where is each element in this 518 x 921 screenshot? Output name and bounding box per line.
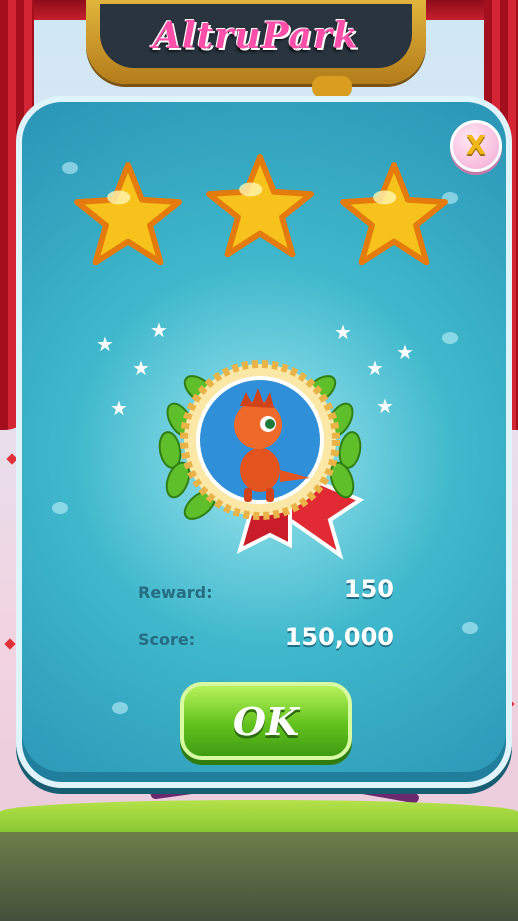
sparkle-icon: ★ (396, 340, 414, 364)
score-label: Score: (138, 630, 196, 649)
ground-scenery (0, 766, 518, 921)
game-screen: AltruPark X ★ ★ ★ ★ ★ ★ ★ ★ Reward: 150 … (0, 0, 518, 921)
dirt (0, 832, 518, 921)
sparkle-icon: ★ (96, 332, 114, 356)
bubble (462, 622, 478, 634)
bow-ornament (312, 76, 352, 98)
achievement-medal (140, 320, 380, 560)
close-button[interactable]: X (450, 120, 502, 172)
bubble (52, 502, 68, 514)
bubble (112, 702, 128, 714)
close-icon: X (465, 131, 487, 161)
reward-label: Reward: (138, 583, 213, 602)
star-icon (336, 158, 452, 274)
star-icon (70, 158, 186, 274)
game-title: AltruPark (153, 15, 359, 57)
ok-button[interactable]: OK (180, 682, 352, 760)
title-banner: AltruPark (100, 4, 412, 68)
sparkle-icon: ★ (110, 396, 128, 420)
bubble (442, 332, 458, 344)
reward-value: 150 (343, 575, 394, 603)
score-value: 150,000 (284, 623, 394, 651)
title-plaque: AltruPark (86, 0, 426, 98)
heart-icon (4, 638, 16, 650)
star-icon (202, 150, 318, 266)
ok-label: OK (232, 698, 300, 744)
